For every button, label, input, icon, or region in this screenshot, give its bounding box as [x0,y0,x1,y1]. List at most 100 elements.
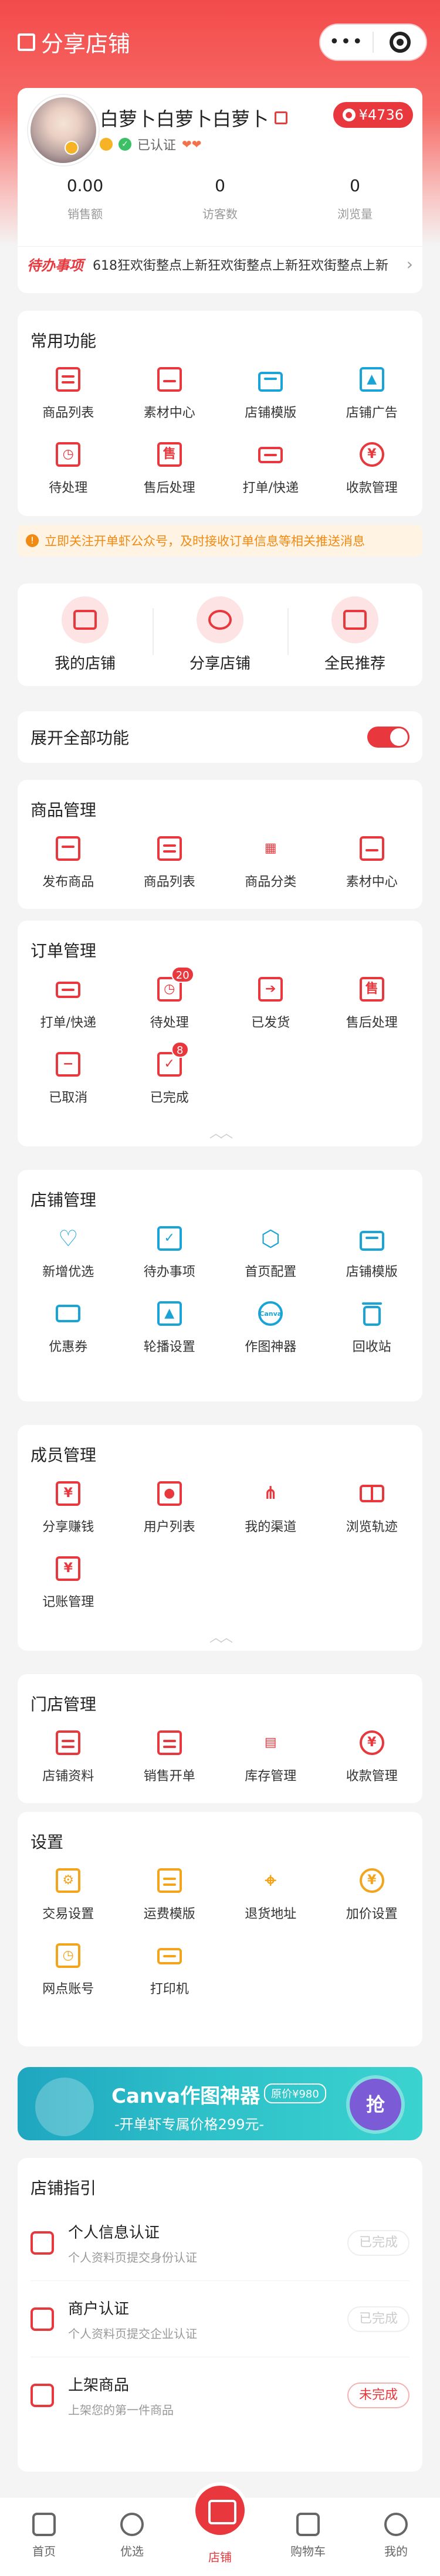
guide-row-listing[interactable]: 上架商品 上架您的第一件商品 未完成 [31,2357,409,2434]
stat-sales[interactable]: 0.00 销售额 [18,176,153,222]
return-address-button[interactable]: ⌖ 退货地址 [220,1865,321,1940]
hexagon-icon: ⬡ [260,1226,280,1251]
clipboard-icon [154,1865,185,1896]
printer-settings-button[interactable]: 打印机 [119,1940,221,2015]
status-badge[interactable]: 未完成 [347,2382,409,2408]
user-list-button[interactable]: ● 用户列表 [119,1478,221,1553]
share-shop-button[interactable]: 分享店铺 [153,596,287,673]
stat-visitors[interactable]: 0 访客数 [153,176,287,222]
carousel-settings-button[interactable]: ▲ 轮播设置 [119,1298,221,1373]
status-badge: 已完成 [347,2306,409,2332]
store-payment-button[interactable]: ¥ 收款管理 [321,1727,423,1802]
print-express-button-2[interactable]: 打单/快递 [18,973,119,1048]
shop-guide-card: 店铺指引 个人信息认证 个人资料页提交身份认证 已完成 商户认证 个人资料页提交企业… [18,2158,422,2472]
stats-row: 0.00 销售额 0 访客数 0 浏览量 [18,176,422,222]
freight-template-button[interactable]: 运费模版 [119,1865,221,1940]
tab-selection[interactable]: 优选 [88,2497,176,2576]
goods-list-button-2[interactable]: 商品列表 [119,833,221,908]
printer-icon [255,439,286,470]
section-title: 设置 [31,1832,64,1852]
money-bag-icon [331,596,378,643]
guide-row-merchant[interactable]: 商户认证 个人资料页提交企业认证 已完成 [31,2281,409,2357]
image-icon: ▲ [356,364,388,395]
check-doc-icon: ✓ 8 [154,1041,189,1080]
shop-template-button-2[interactable]: 店铺模版 [321,1223,423,1298]
inventory-button[interactable]: ▤ 库存管理 [220,1727,321,1802]
todo-bar[interactable]: 待办事项 618狂欢街整点上新狂欢街整点上新狂欢街整点上新 › [18,246,422,281]
after-sales-icon: 售 [356,973,388,1005]
cancelled-button[interactable]: − 已取消 [18,1048,119,1124]
printer-icon [52,973,84,1005]
close-button[interactable] [374,32,426,53]
canva-icon: Canva [255,1298,286,1329]
yen-circle-icon: ¥ [356,439,388,470]
tab-mine[interactable]: 我的 [352,2497,440,2576]
bookkeeping-button[interactable]: ¥ 记账管理 [18,1553,119,1628]
collapse-chevron-icon[interactable]: ︿︿ [18,1627,422,1646]
store-info-button[interactable]: 店铺资料 [18,1727,119,1802]
common-functions-card: 常用功能 商品列表 素材中心 店铺模版 ▲ 店铺广告 ◷ 待处理 售售后处理 打单/… [18,311,422,516]
follow-notice[interactable]: ! 立即关注开单虾公众号，及时接收订单信息等相关推送消息 [18,525,422,556]
order-after-sales-button[interactable]: 售售后处理 [321,973,423,1048]
my-shop-button[interactable]: 我的店铺 [18,596,153,673]
section-title: 订单管理 [31,941,97,961]
common-grid: 商品列表 素材中心 店铺模版 ▲ 店铺广告 ◷ 待处理 售售后处理 打单/快递 ¥ 收… [18,364,422,514]
goods-list-button[interactable]: 商品列表 [18,364,119,439]
markup-settings-button[interactable]: ¥ 加价设置 [321,1865,423,1940]
tab-cart[interactable]: 购物车 [264,2497,352,2576]
order-pending-button[interactable]: ◷ 20 待处理 [119,966,221,1048]
yen-shield-icon: ¥ [52,1478,84,1509]
publish-goods-button[interactable]: 发布商品 [18,833,119,908]
home-config-button[interactable]: ⬡ 首页配置 [220,1223,321,1298]
canva-logo-icon [35,2078,94,2136]
boxes-icon: ▤ [264,1735,277,1750]
my-channels-button[interactable]: ⋔ 我的渠道 [220,1478,321,1553]
grab-button[interactable]: 抢 [350,2079,401,2130]
section-title: 成员管理 [31,1445,97,1465]
payment-manage-button[interactable]: ¥ 收款管理 [321,439,423,514]
tab-shop[interactable]: 店铺 [176,2486,264,2576]
profile-card: 白萝卜白萝卜白萝卜 ● ¥4736 ✓ 已认证 ❤❤ 0.00 销售额 0 访客数 0… [18,88,422,293]
todo-items-button[interactable]: ✓ 待办事项 [119,1223,221,1298]
balance-badge[interactable]: ● ¥4736 [333,102,413,128]
expand-all-switch[interactable] [367,727,409,748]
share-earn-button[interactable]: ¥ 分享赚钱 [18,1478,119,1553]
print-express-button[interactable]: 打单/快递 [220,439,321,514]
status-badge: 已完成 [347,2229,409,2256]
goods-category-button[interactable]: ▦ 商品分类 [220,833,321,908]
share-icon [18,33,35,51]
folder-icon [356,833,388,864]
heart-icon: ♡ [58,1226,79,1251]
clock-doc-icon: ◷ 20 [154,966,194,1005]
shipped-button[interactable]: ➔ 已发货 [220,973,321,1048]
stat-views[interactable]: 0 浏览量 [287,176,422,222]
trade-settings-button[interactable]: ⚙ 交易设置 [18,1865,119,1940]
outlet-account-button[interactable]: ◷ 网点账号 [18,1940,119,2015]
list-icon [52,364,84,395]
add-selection-button[interactable]: ♡ 新增优选 [18,1223,119,1298]
more-button[interactable]: ••• [320,33,373,51]
sales-order-button[interactable]: 销售开单 [119,1727,221,1802]
target-icon [389,32,411,53]
collapse-chevron-icon[interactable]: ︿︿ [18,1123,422,1142]
pending-button[interactable]: ◷ 待处理 [18,439,119,514]
browse-track-button[interactable]: 浏览轨迹 [321,1478,423,1553]
canva-button[interactable]: Canva 作图神器 [220,1298,321,1373]
miniapp-capsule: ••• [319,23,427,61]
recycle-bin-button[interactable]: 回收站 [321,1298,423,1373]
shop-template-button[interactable]: 店铺模版 [220,364,321,439]
shop-ads-button[interactable]: ▲ 店铺广告 [321,364,423,439]
recommend-button[interactable]: 全民推荐 [287,596,422,673]
tab-home[interactable]: 首页 [0,2497,88,2576]
user-card-icon: ● [154,1478,185,1509]
material-center-button-2[interactable]: 素材中心 [321,833,423,908]
coupon-button[interactable]: 优惠券 [18,1298,119,1373]
yen-circle-icon: ¥ [356,1727,388,1759]
avatar[interactable] [28,95,99,165]
guide-row-identity[interactable]: 个人信息认证 个人资料页提交身份认证 已完成 [31,2205,409,2281]
completed-button[interactable]: ✓ 8 已完成 [119,1041,221,1124]
after-sales-button[interactable]: 售售后处理 [119,439,221,514]
canva-promo-banner[interactable]: Canva作图神器 原价¥980 -开单虾专属价格299元- 抢 [18,2067,422,2140]
edit-icon[interactable] [275,111,288,124]
material-center-button[interactable]: 素材中心 [119,364,221,439]
